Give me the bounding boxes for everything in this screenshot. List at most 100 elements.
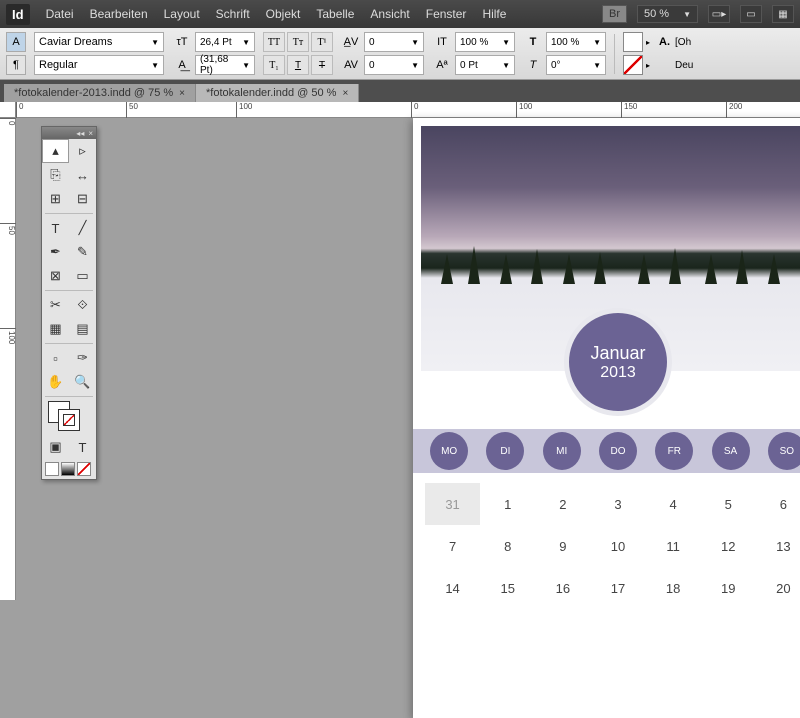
character-mode-button[interactable]: A [6,32,26,52]
tools-panel-header[interactable]: ◂◂ × [42,127,96,139]
hand-tool[interactable]: ✋ [42,370,69,394]
calendar-cell[interactable]: 8 [480,525,535,567]
formatting-container-button[interactable]: ▣ [42,435,69,459]
page-tool[interactable]: ⎘ [42,163,69,187]
hscale-icon: T [523,32,543,52]
menu-datei[interactable]: Datei [46,7,74,21]
menu-layout[interactable]: Layout [164,7,200,21]
calendar-cell[interactable]: 12 [701,525,756,567]
baseline-input[interactable]: 0 Pt▼ [455,55,515,75]
calendar-cell[interactable]: 18 [646,567,701,609]
menu-tabelle[interactable]: Tabelle [316,7,354,21]
gradient-feather-tool[interactable]: ▤ [69,317,96,341]
horizontal-ruler[interactable]: 0 50 100 0 100 150 200 [16,102,800,118]
workspace[interactable]: ◂◂× ▴ ▹ ⎘ ↔ ⊞ ⊟ T ╱ ✒ ✎ ⊠ ▭ ✂ ⟐ ▦ ▤ ▫ ✑ … [16,118,800,600]
calendar-cell[interactable]: 14 [425,567,480,609]
calendar-cell[interactable]: 9 [535,525,590,567]
apply-none-button[interactable] [77,462,91,476]
calendar-cell[interactable]: 7 [425,525,480,567]
type-tool[interactable]: T [42,216,69,240]
direct-selection-tool[interactable]: ▹ [69,139,96,163]
calendar-cell[interactable]: 4 [646,483,701,525]
close-icon[interactable]: × [179,88,185,99]
strike-button[interactable]: T [311,55,333,75]
tracking-input[interactable]: 0▼ [364,55,424,75]
vscale-input[interactable]: 100 %▼ [455,32,515,52]
fill-stroke-swatches[interactable] [42,399,96,435]
eyedropper-tool[interactable]: ✑ [69,346,96,370]
menu-bearbeiten[interactable]: Bearbeiten [90,7,148,21]
vertical-ruler[interactable]: 0 50 100 [0,118,16,600]
scissors-tool[interactable]: ✂ [42,293,69,317]
calendar-cell[interactable]: 20 [756,567,800,609]
zoom-tool[interactable]: 🔍 [69,370,96,394]
menu-ansicht[interactable]: Ansicht [370,7,409,21]
font-size-input[interactable]: 26,4 Pt▼ [195,32,255,52]
arrange-icon[interactable]: ▦ [772,5,794,23]
calendar-cell[interactable]: 1 [480,483,535,525]
underline-button[interactable]: T [287,55,309,75]
calendar-cell[interactable]: 5 [701,483,756,525]
calendar-cell[interactable]: 2 [535,483,590,525]
rectangle-frame-tool[interactable]: ⊠ [42,264,69,288]
pen-tool[interactable]: ✒ [42,240,69,264]
calendar-cell[interactable]: 3 [590,483,645,525]
paragraph-mode-button[interactable]: ¶ [6,55,26,75]
document-tabs: *fotokalender-2013.indd @ 75 %× *fotokal… [0,80,800,102]
gradient-swatch-tool[interactable]: ▦ [42,317,69,341]
stroke-color[interactable] [58,409,80,431]
document-page[interactable]: Januar 2013 MO DI MI DO FR SA SO 3112345… [413,118,800,718]
doc-tab-2[interactable]: *fotokalender.indd @ 50 %× [196,84,359,102]
bridge-button[interactable]: Br [602,5,627,23]
superscript-button[interactable]: T¹ [311,32,333,52]
close-icon[interactable]: × [342,88,348,99]
language-select[interactable]: Deu [675,60,693,71]
calendar-cell[interactable]: 15 [480,567,535,609]
selection-tool[interactable]: ▴ [42,139,69,163]
doc-tab-1[interactable]: *fotokalender-2013.indd @ 75 %× [4,84,196,102]
calendar-cell[interactable]: 31 [425,483,480,525]
calendar-cell[interactable]: 17 [590,567,645,609]
fill-swatch[interactable] [623,32,643,52]
smallcaps-button[interactable]: Tᴛ [287,32,309,52]
calendar-cell[interactable]: 19 [701,567,756,609]
zoom-level-select[interactable]: 50 %▼ [637,5,698,23]
hscale-input[interactable]: 100 %▼ [546,32,606,52]
month-badge[interactable]: Januar 2013 [564,308,672,416]
menu-hilfe[interactable]: Hilfe [482,7,506,21]
menu-schrift[interactable]: Schrift [216,7,250,21]
skew-input[interactable]: 0°▼ [546,55,606,75]
content-collector-tool[interactable]: ⊞ [42,187,69,211]
subscript-button[interactable]: T₁ [263,55,285,75]
apply-color-button[interactable] [45,462,59,476]
apply-gradient-button[interactable] [61,462,75,476]
allcaps-button[interactable]: TT [263,32,285,52]
view-mode-icon[interactable]: ▭▸ [708,5,730,23]
collapse-icon[interactable]: ◂◂ [76,129,84,138]
gap-tool[interactable]: ↔ [69,163,96,187]
charstyle-label[interactable]: [Oh [675,37,691,48]
note-tool[interactable]: ▫ [42,346,69,370]
leading-input[interactable]: (31,68 Pt)▼ [195,55,255,75]
screen-mode-icon[interactable]: ▭ [740,5,762,23]
stroke-swatch[interactable] [623,55,643,75]
close-icon[interactable]: × [88,129,93,138]
free-transform-tool[interactable]: ⟐ [69,293,96,317]
calendar-cell[interactable]: 6 [756,483,800,525]
calendar-cell[interactable]: 13 [756,525,800,567]
calendar-cell[interactable]: 10 [590,525,645,567]
pencil-tool[interactable]: ✎ [69,240,96,264]
font-family-select[interactable]: Caviar Dreams▼ [34,32,164,52]
formatting-text-button[interactable]: T [69,435,96,459]
content-placer-tool[interactable]: ⊟ [69,187,96,211]
calendar-cell[interactable]: 11 [646,525,701,567]
calendar-photo[interactable]: Januar 2013 [421,126,800,371]
line-tool[interactable]: ╱ [69,216,96,240]
menu-fenster[interactable]: Fenster [426,7,467,21]
font-style-select[interactable]: Regular▼ [34,55,164,75]
calendar-cell[interactable]: 16 [535,567,590,609]
menu-objekt[interactable]: Objekt [266,7,301,21]
rectangle-tool[interactable]: ▭ [69,264,96,288]
kerning-input[interactable]: 0▼ [364,32,424,52]
divider [614,34,615,74]
